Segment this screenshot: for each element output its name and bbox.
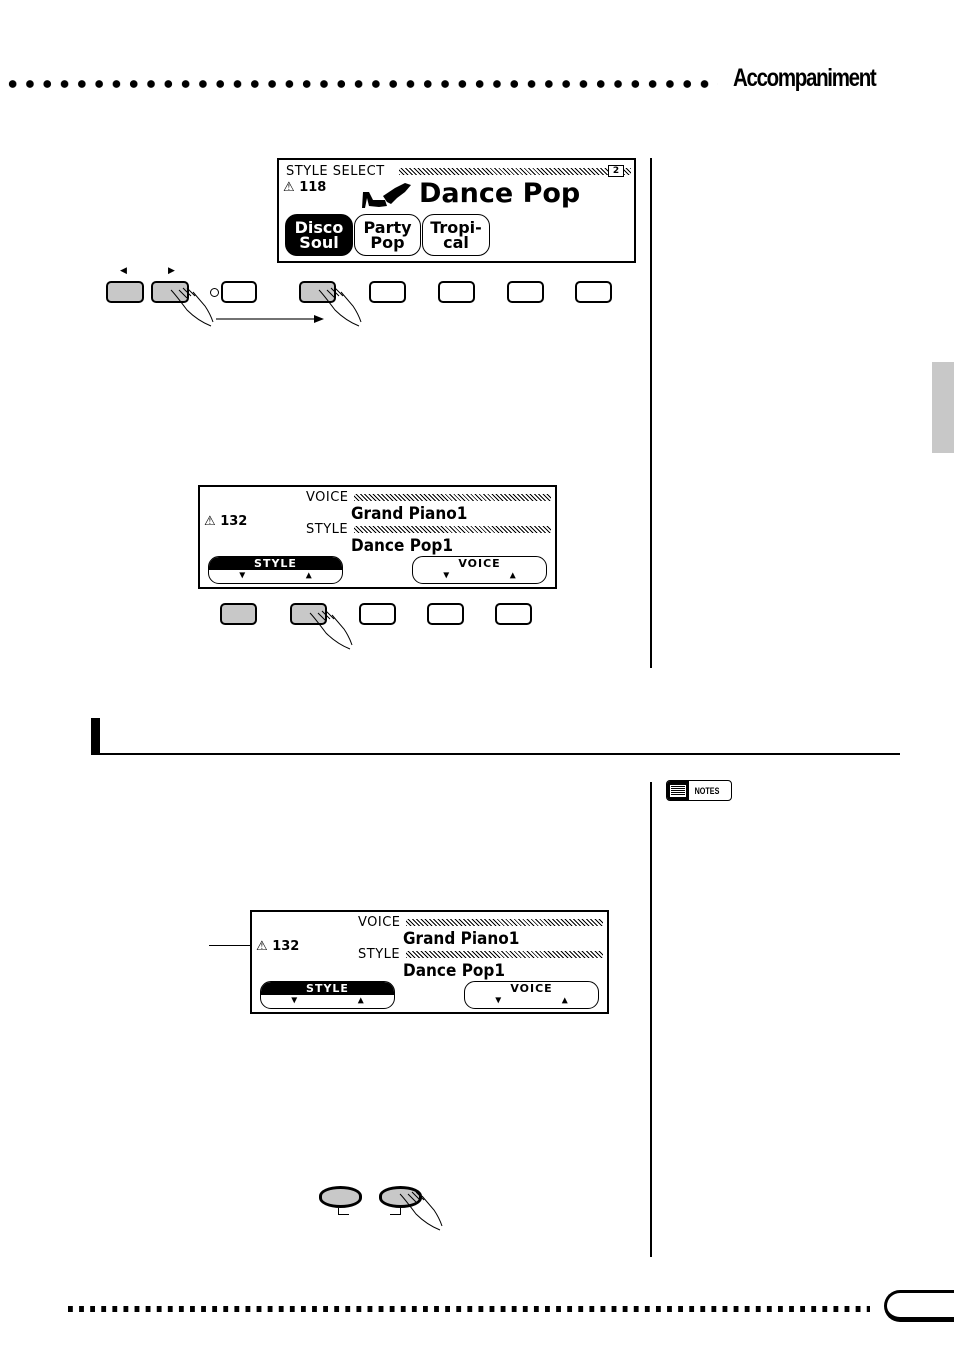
lcd-main-button-3[interactable] (359, 603, 396, 625)
tempo-callout-line (209, 945, 252, 946)
up-arrow-icon[interactable]: ▲ (358, 995, 364, 1007)
bracket-mark (338, 1208, 349, 1215)
style-updown-button[interactable]: STYLE ▼ ▲ (260, 981, 395, 1009)
lcd-title-hatch (399, 168, 609, 175)
style-tab-party-pop[interactable]: Party Pop (354, 214, 421, 256)
down-arrow-icon[interactable]: ▼ (495, 995, 501, 1007)
tempo-down-button[interactable] (319, 1186, 362, 1208)
lcd-button-4[interactable] (438, 281, 475, 303)
metronome-icon: ⚠ (204, 514, 216, 529)
lcd-button-1[interactable] (221, 281, 257, 303)
lcd-main-button-1[interactable] (220, 603, 257, 625)
chapter-title: Accompaniment (733, 64, 877, 92)
down-arrow-icon[interactable]: ▼ (291, 995, 297, 1007)
style-tab-disco-soul[interactable]: Disco Soul (285, 214, 353, 256)
section-heading-rule (91, 753, 900, 755)
chapter-side-tab (932, 362, 954, 453)
style-name[interactable]: Dance Pop1 (351, 536, 453, 556)
tempo-readout: ⚠ 118 (283, 180, 327, 195)
voice-label: VOICE (306, 490, 349, 505)
column-divider-top (650, 158, 652, 668)
dance-shoes-icon (362, 183, 411, 208)
lcd-main-button-4[interactable] (427, 603, 464, 625)
voice-hatch (406, 919, 603, 926)
column-divider-bottom (650, 782, 652, 1257)
voice-hatch (354, 494, 551, 501)
lcd-button-2[interactable] (299, 281, 336, 303)
lcd-main-button-5[interactable] (495, 603, 532, 625)
lcd-title: STYLE SELECT (286, 164, 385, 179)
lcd-title-hatch-end (624, 168, 631, 175)
lcd-main-button-2[interactable] (290, 603, 327, 625)
style-hatch (354, 526, 551, 533)
tempo-readout: ⚠ 132 (256, 939, 300, 954)
direction-arrow-icon (216, 315, 324, 323)
style-hatch (406, 951, 603, 958)
voice-name[interactable]: Grand Piano1 (351, 504, 467, 524)
style-label: STYLE (358, 947, 401, 962)
header-dot-rule (4, 78, 718, 90)
page-right-arrow-icon: ▶ (168, 265, 175, 275)
bracket-mark (390, 1208, 401, 1215)
page-number-tab (884, 1290, 954, 1322)
notes-badge: NOTES (666, 780, 732, 801)
up-arrow-icon[interactable]: ▲ (510, 570, 516, 582)
metronome-icon: ⚠ (256, 939, 268, 954)
lcd-button-3[interactable] (369, 281, 406, 303)
notes-icon (667, 781, 689, 800)
metronome-icon: ⚠ (283, 180, 295, 195)
voice-name[interactable]: Grand Piano1 (403, 929, 519, 949)
tempo-readout: ⚠ 132 (204, 514, 248, 529)
page-right-button[interactable] (151, 281, 189, 303)
voice-updown-button[interactable]: VOICE ▼ ▲ (412, 556, 547, 584)
up-arrow-icon[interactable]: ▲ (562, 995, 568, 1007)
page-indicator: 2 (608, 165, 624, 177)
tempo-up-button[interactable] (379, 1186, 422, 1208)
page-left-button[interactable] (106, 281, 144, 303)
voice-updown-button[interactable]: VOICE ▼ ▲ (464, 981, 599, 1009)
down-arrow-icon[interactable]: ▼ (239, 570, 245, 582)
lcd-button-6[interactable] (575, 281, 612, 303)
lcd-main-display-tempo: VOICE Grand Piano1 ⚠ 132 STYLE Dance Pop… (250, 910, 609, 1014)
style-name[interactable]: Dance Pop1 (403, 961, 505, 981)
style-updown-button[interactable]: STYLE ▼ ▲ (208, 556, 343, 584)
lcd-style-select: STYLE SELECT 2 ⚠ 118 Dance Pop Disco Sou… (277, 158, 636, 263)
indicator-lamp (210, 288, 219, 297)
page-left-arrow-icon: ◀ (120, 265, 127, 275)
style-label: STYLE (306, 522, 349, 537)
up-arrow-icon[interactable]: ▲ (306, 570, 312, 582)
section-heading-bar (91, 718, 100, 755)
down-arrow-icon[interactable]: ▼ (443, 570, 449, 582)
lcd-button-5[interactable] (507, 281, 544, 303)
style-tab-tropical[interactable]: Tropi- cal (422, 214, 490, 256)
category-name: Dance Pop (419, 178, 581, 209)
footer-dash-rule (68, 1306, 870, 1312)
lcd-main-display: VOICE Grand Piano1 ⚠ 132 STYLE Dance Pop… (198, 485, 557, 589)
voice-label: VOICE (358, 915, 401, 930)
